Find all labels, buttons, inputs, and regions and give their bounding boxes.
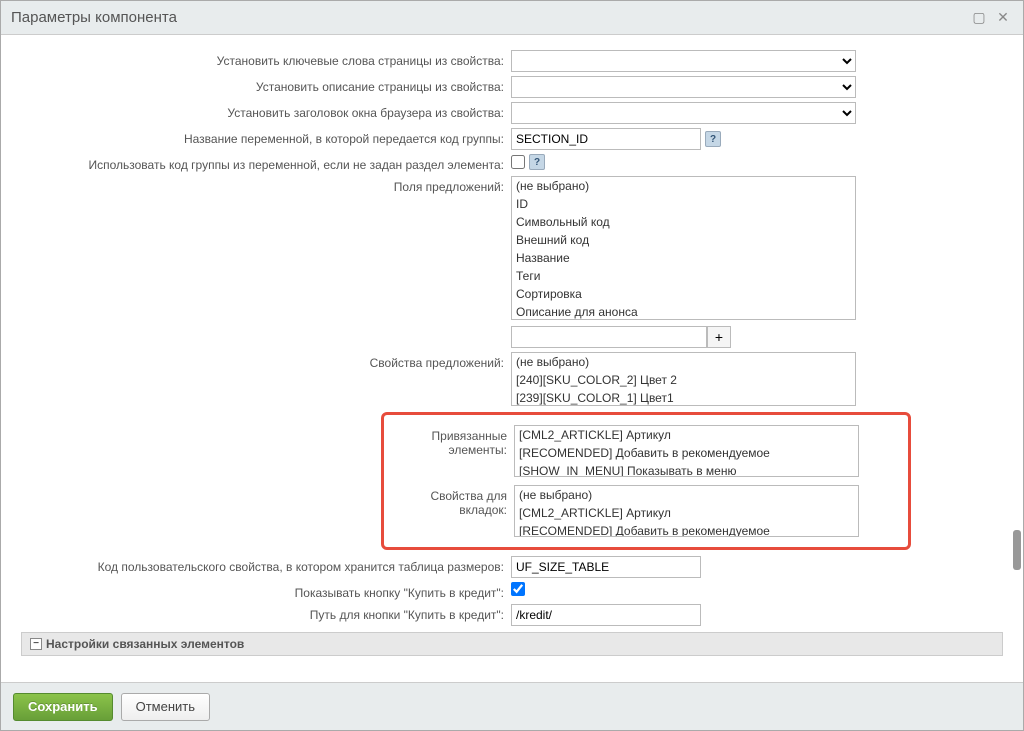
list-item[interactable]: Описание для анонса [512, 303, 855, 320]
select-browser-title[interactable] [511, 102, 856, 124]
input-add-offer-field[interactable] [511, 326, 707, 348]
highlighted-section: Привязанные элементы: [CML2_ARTICKLE] Ар… [381, 412, 911, 550]
label-show-credit-btn: Показывать кнопку "Купить в кредит": [21, 582, 511, 600]
maximize-icon[interactable]: ▢ [969, 8, 989, 28]
row-size-table-code: Код пользовательского свойства, в которо… [21, 556, 1003, 578]
list-item[interactable]: Теги [512, 267, 855, 285]
label-description: Установить описание страницы из свойства… [21, 76, 511, 94]
list-item[interactable]: [240][SKU_COLOR_2] Цвет 2 [512, 371, 855, 389]
add-button[interactable]: + [707, 326, 731, 348]
label-keywords: Установить ключевые слова страницы из св… [21, 50, 511, 68]
scrollbar-thumb[interactable] [1013, 530, 1021, 570]
row-browser-title: Установить заголовок окна браузера из св… [21, 102, 1003, 124]
help-icon[interactable]: ? [705, 131, 721, 147]
label-use-var: Использовать код группы из переменной, е… [21, 154, 511, 172]
label-offer-fields: Поля предложений: [21, 176, 511, 194]
list-item[interactable]: [CML2_ARTICKLE] Артикул [515, 426, 858, 444]
footer: Сохранить Отменить [1, 682, 1023, 730]
checkbox-use-var[interactable] [511, 155, 525, 169]
list-item[interactable]: Внешний код [512, 231, 855, 249]
checkbox-show-credit[interactable] [511, 582, 525, 596]
row-credit-path: Путь для кнопки "Купить в кредит": [21, 604, 1003, 626]
row-linked-elements: Привязанные элементы: [CML2_ARTICKLE] Ар… [390, 425, 902, 477]
list-item[interactable]: Название [512, 249, 855, 267]
cancel-button[interactable]: Отменить [121, 693, 210, 721]
listbox-offer-fields[interactable]: (не выбрано) ID Символьный код Внешний к… [511, 176, 856, 320]
label-offer-props: Свойства предложений: [21, 352, 511, 370]
save-button[interactable]: Сохранить [13, 693, 113, 721]
list-item[interactable]: [CML2_ARTICKLE] Артикул [515, 504, 858, 522]
dialog-window: Параметры компонента ▢ ✕ Установить ключ… [0, 0, 1024, 731]
select-description[interactable] [511, 76, 856, 98]
close-icon[interactable]: ✕ [993, 8, 1013, 28]
row-tab-props: Свойства для вкладок: (не выбрано) [CML2… [390, 485, 902, 537]
section-header-linked-settings[interactable]: − Настройки связанных элементов [21, 632, 1003, 656]
list-item[interactable]: [239][SKU_COLOR_1] Цвет1 [512, 389, 855, 406]
window-title: Параметры компонента [11, 9, 965, 26]
collapse-icon[interactable]: − [30, 638, 42, 650]
input-credit-path[interactable] [511, 604, 701, 626]
list-item[interactable]: [RECOMENDED] Добавить в рекомендуемое [515, 522, 858, 537]
list-item[interactable]: Сортировка [512, 285, 855, 303]
row-show-credit-btn: Показывать кнопку "Купить в кредит": [21, 582, 1003, 600]
select-keywords[interactable] [511, 50, 856, 72]
row-offer-fields: Поля предложений: (не выбрано) ID Символ… [21, 176, 1003, 348]
label-linked-elements: Привязанные элементы: [390, 425, 514, 457]
label-credit-path: Путь для кнопки "Купить в кредит": [21, 604, 511, 622]
label-var-name: Название переменной, в которой передаетс… [21, 128, 511, 146]
content-area: Установить ключевые слова страницы из св… [1, 35, 1023, 682]
listbox-offer-props[interactable]: (не выбрано) [240][SKU_COLOR_2] Цвет 2 [… [511, 352, 856, 406]
row-keywords: Установить ключевые слова страницы из св… [21, 50, 1003, 72]
listbox-linked-elements[interactable]: [CML2_ARTICKLE] Артикул [RECOMENDED] Доб… [514, 425, 859, 477]
list-item[interactable]: (не выбрано) [512, 177, 855, 195]
list-item[interactable]: Символьный код [512, 213, 855, 231]
list-item[interactable]: ID [512, 195, 855, 213]
section-header-label: Настройки связанных элементов [46, 637, 244, 651]
row-var-name: Название переменной, в которой передаетс… [21, 128, 1003, 150]
row-offer-props: Свойства предложений: (не выбрано) [240]… [21, 352, 1003, 406]
input-size-table-code[interactable] [511, 556, 701, 578]
list-item[interactable]: [RECOMENDED] Добавить в рекомендуемое [515, 444, 858, 462]
help-icon[interactable]: ? [529, 154, 545, 170]
list-item[interactable]: [SHOW_IN_MENU] Показывать в меню [515, 462, 858, 477]
list-item[interactable]: (не выбрано) [512, 353, 855, 371]
label-browser-title: Установить заголовок окна браузера из св… [21, 102, 511, 120]
row-use-var: Использовать код группы из переменной, е… [21, 154, 1003, 172]
listbox-tab-props[interactable]: (не выбрано) [CML2_ARTICKLE] Артикул [RE… [514, 485, 859, 537]
row-description: Установить описание страницы из свойства… [21, 76, 1003, 98]
label-tab-props: Свойства для вкладок: [390, 485, 514, 517]
list-item[interactable]: (не выбрано) [515, 486, 858, 504]
titlebar: Параметры компонента ▢ ✕ [1, 1, 1023, 35]
label-size-table-code: Код пользовательского свойства, в которо… [21, 556, 511, 574]
add-offer-field: + [511, 326, 731, 348]
input-var-name[interactable] [511, 128, 701, 150]
